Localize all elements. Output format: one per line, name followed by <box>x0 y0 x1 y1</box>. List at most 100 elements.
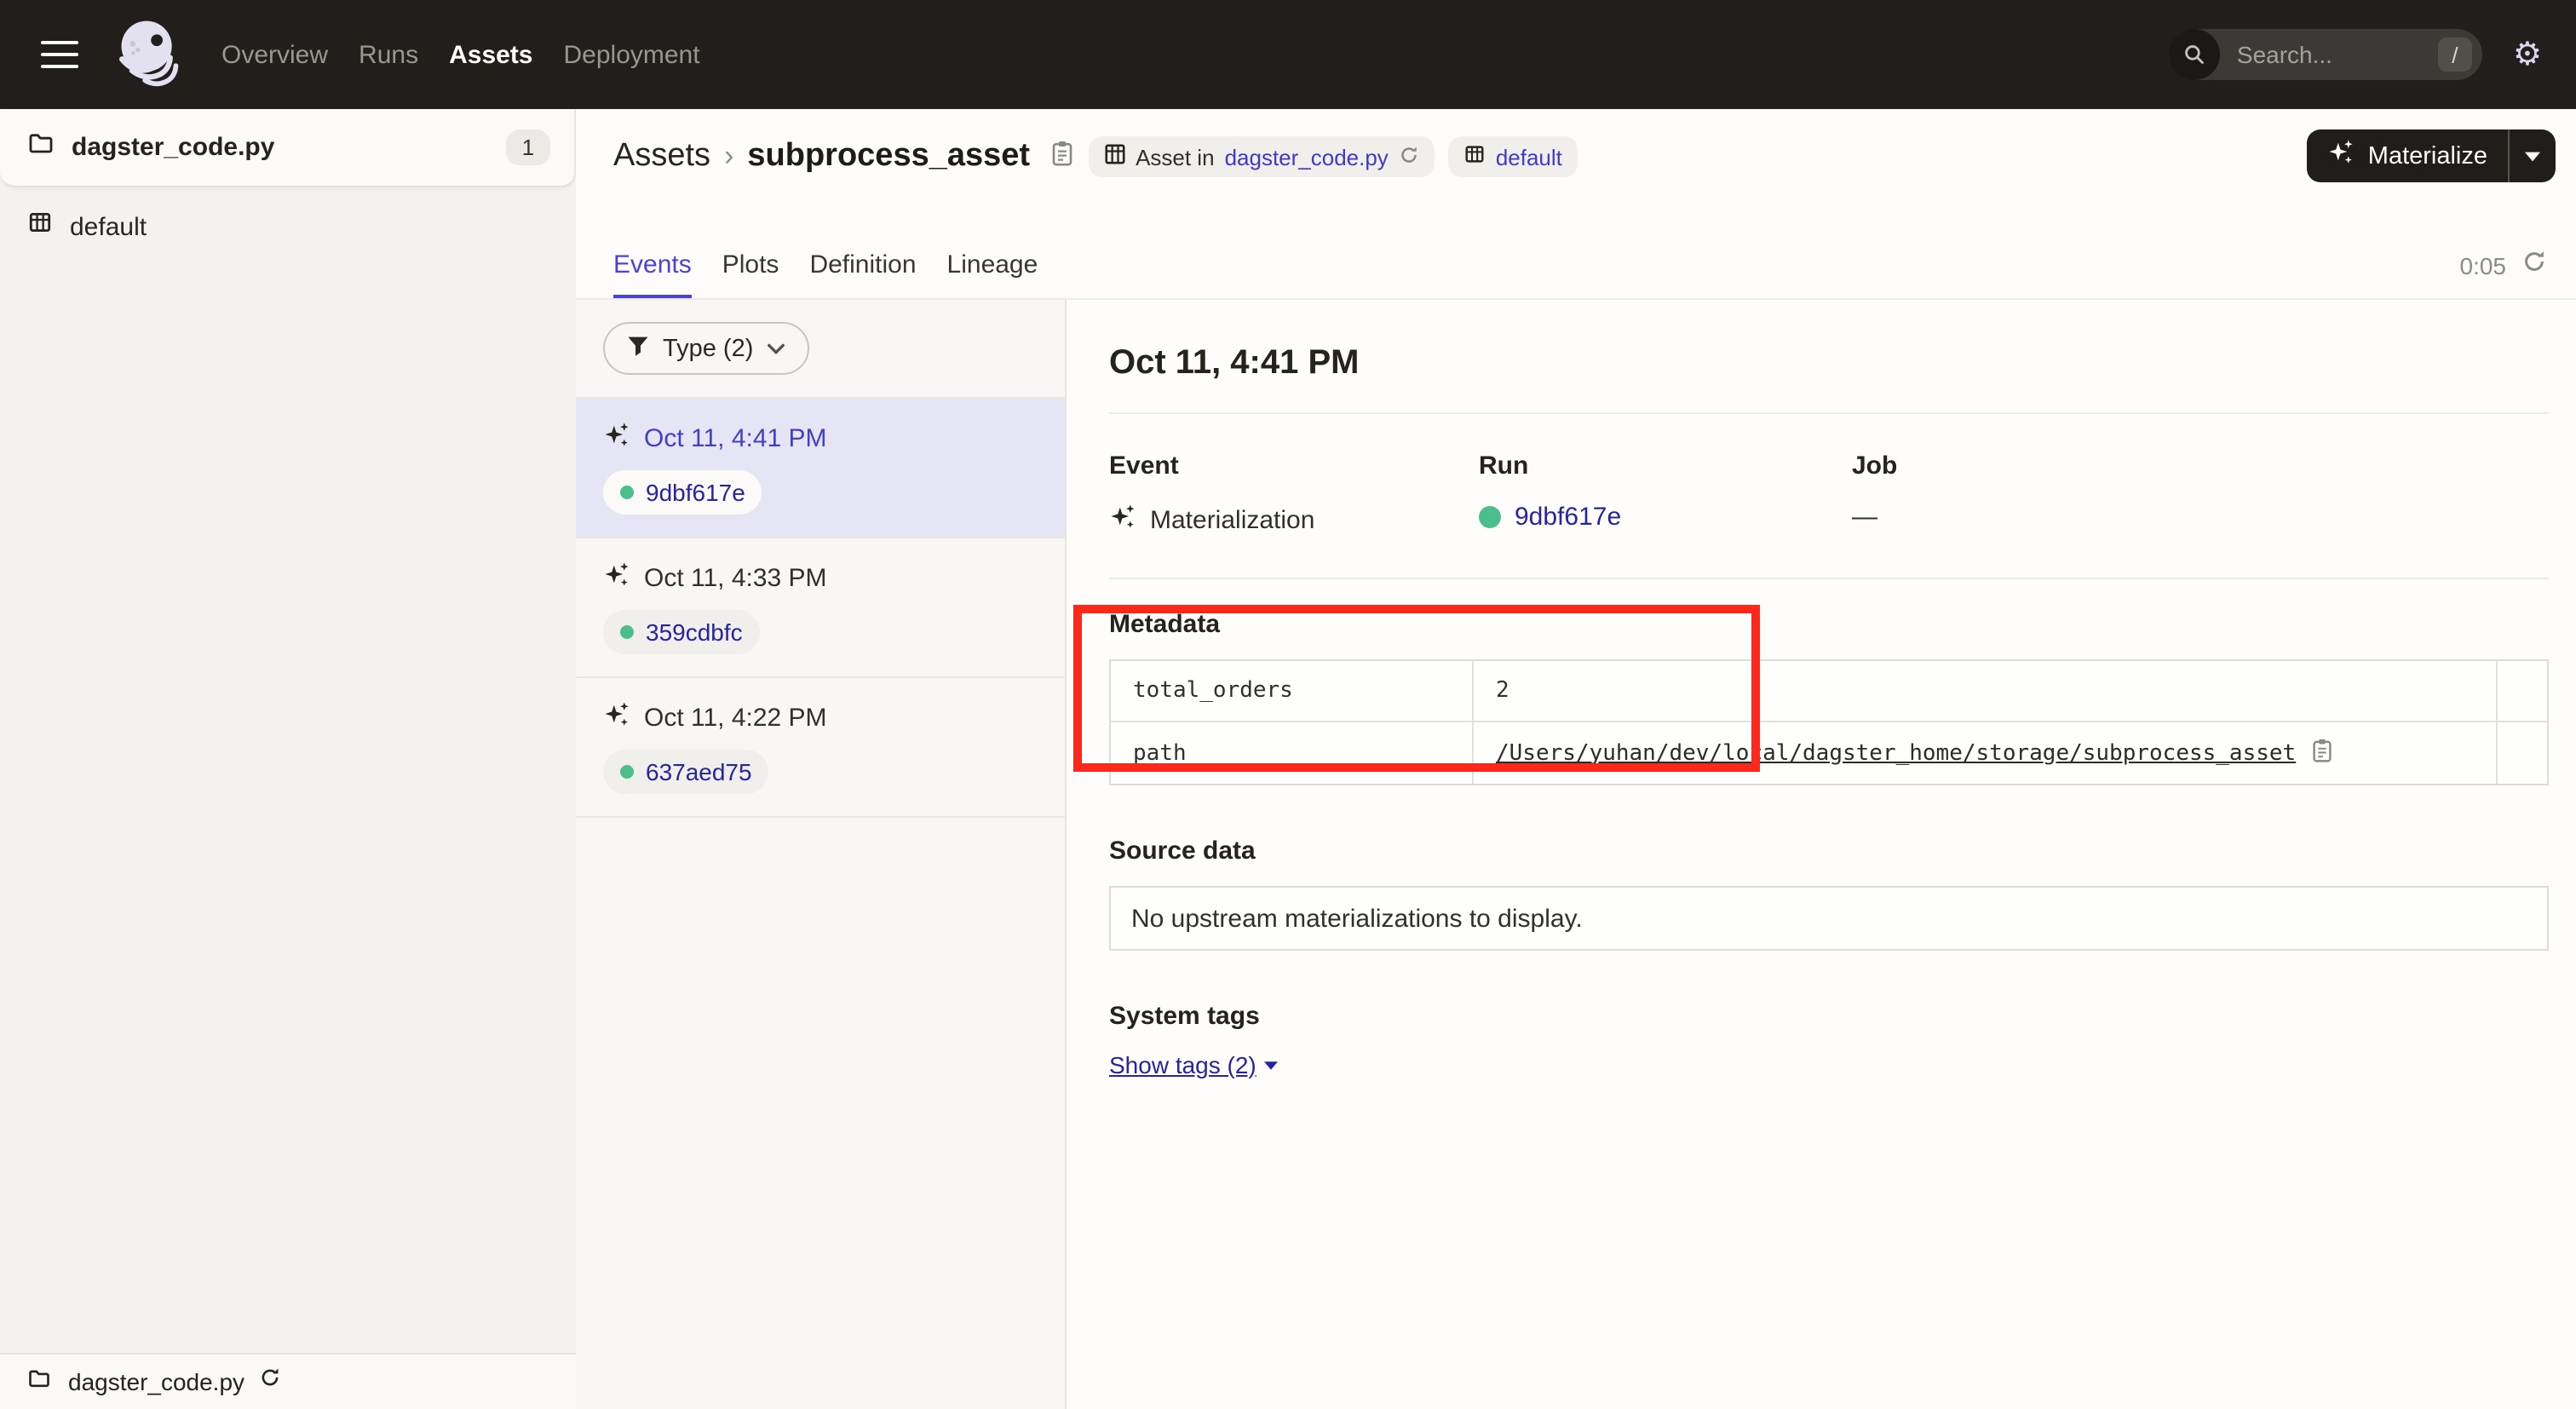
metadata-table: total_orders 2 path /Users/yuhan/dev/loc… <box>1109 659 2549 785</box>
event-timestamp: Oct 11, 4:33 PM <box>644 564 827 593</box>
materialize-button[interactable]: Materialize <box>2307 129 2508 182</box>
asset-badge-prefix: Asset in <box>1136 144 1215 170</box>
tab-definition[interactable]: Definition <box>809 250 916 298</box>
event-list-item[interactable]: Oct 11, 4:41 PM 9dbf617e <box>576 399 1065 538</box>
nav-link-deployment[interactable]: Deployment <box>564 40 700 69</box>
asset-header: Assets › subprocess_asset <box>576 109 2576 300</box>
show-tags-toggle[interactable]: Show tags (2) <box>1109 1051 1279 1078</box>
search-bar[interactable]: / <box>2169 29 2482 80</box>
main-area: Assets › subprocess_asset <box>576 109 2576 1409</box>
top-nav: Overview Runs Assets Deployment / ⚙ <box>0 0 2576 109</box>
source-data-empty-message: No upstream materializations to display. <box>1131 904 1583 933</box>
page-title: subprocess_asset <box>747 138 1030 175</box>
copy-asset-name-icon[interactable] <box>1049 139 1074 175</box>
nav-link-overview[interactable]: Overview <box>221 40 328 69</box>
sidebar-footer-code-location[interactable]: dagster_code.py <box>0 1353 576 1409</box>
metadata-heading: Metadata <box>1109 610 2549 639</box>
nav-link-runs[interactable]: Runs <box>359 40 418 69</box>
divider <box>1109 578 2549 579</box>
folder-icon <box>27 129 55 165</box>
sidebar-item-code-location[interactable]: dagster_code.py 1 <box>0 109 576 187</box>
metadata-key-cell: path <box>1111 722 1474 784</box>
code-location-link[interactable]: dagster_code.py <box>1225 144 1389 170</box>
folder-icon <box>27 1366 51 1398</box>
refresh-countdown-value: 0:05 <box>2460 252 2507 279</box>
asset-tabs: Events Plots Definition Lineage <box>613 250 1038 298</box>
run-status-dot <box>620 486 634 499</box>
asset-grid-icon <box>1103 143 1125 170</box>
event-summary-columns: Event Materialization <box>1109 451 2549 537</box>
event-column-label: Event <box>1109 451 1479 480</box>
materialization-sparkle-icon <box>603 700 630 736</box>
sidebar-footer-label: dagster_code.py <box>68 1368 244 1395</box>
asset-events-content: Type (2) <box>576 300 2576 1409</box>
tab-plots[interactable]: Plots <box>722 250 779 298</box>
reload-location-icon[interactable] <box>1399 144 1419 170</box>
reload-icon[interactable] <box>258 1366 280 1397</box>
chevron-down-icon <box>767 336 785 361</box>
run-id-badge[interactable]: 9dbf617e <box>603 470 762 515</box>
asset-count-badge: 1 <box>506 129 550 165</box>
events-filter-row: Type (2) <box>576 300 1065 399</box>
tab-events[interactable]: Events <box>613 250 692 298</box>
top-nav-left: Overview Runs Assets Deployment <box>0 14 700 95</box>
materialize-label: Materialize <box>2368 142 2487 170</box>
event-type-value: Materialization <box>1150 505 1314 534</box>
metadata-spacer-cell <box>2498 722 2547 784</box>
dagster-logo[interactable] <box>112 14 184 95</box>
gear-icon[interactable]: ⚙ <box>2513 38 2542 71</box>
sidebar: dagster_code.py 1 default dagster_code.p… <box>0 109 576 1409</box>
run-status-dot <box>620 765 634 779</box>
run-column-label: Run <box>1479 451 1852 480</box>
run-id-link[interactable]: 9dbf617e <box>646 479 745 506</box>
filter-funnel-icon <box>627 335 649 362</box>
event-column: Event Materialization <box>1109 451 1479 537</box>
run-column: Run 9dbf617e <box>1479 451 1852 537</box>
tab-lineage[interactable]: Lineage <box>947 250 1038 298</box>
dagster-asset-page: Overview Runs Assets Deployment / ⚙ <box>0 0 2576 1409</box>
source-data-empty-box: No upstream materializations to display. <box>1109 886 2549 951</box>
search-shortcut-badge: / <box>2438 37 2472 72</box>
event-detail-panel: Oct 11, 4:41 PM Event <box>1067 300 2576 1409</box>
metadata-spacer-cell <box>2498 661 2547 722</box>
copy-path-icon[interactable] <box>2309 737 2333 769</box>
search-input[interactable] <box>2234 39 2404 70</box>
run-id-link[interactable]: 9dbf617e <box>1515 503 1621 532</box>
type-filter-label: Type (2) <box>663 335 753 362</box>
materialize-dropdown-button[interactable] <box>2510 129 2556 182</box>
path-link[interactable]: /Users/yuhan/dev/local/dagster_home/stor… <box>1496 740 2296 766</box>
refresh-countdown: 0:05 <box>2460 249 2548 283</box>
group-badge: default <box>1448 136 1578 177</box>
refresh-icon[interactable] <box>2521 249 2547 283</box>
asset-location-badge: Asset in dagster_code.py <box>1088 136 1435 177</box>
run-id-badge[interactable]: 359cdbfc <box>603 610 760 654</box>
event-list-item[interactable]: Oct 11, 4:33 PM 359cdbfc <box>576 538 1065 678</box>
type-filter-button[interactable]: Type (2) <box>603 322 809 375</box>
group-grid-icon <box>1463 143 1486 170</box>
run-id-badge[interactable]: 637aed75 <box>603 750 769 794</box>
metadata-value-cell: 2 <box>1474 661 2498 722</box>
job-value: — <box>1852 503 1877 532</box>
sidebar-item-group-default[interactable]: default <box>0 187 576 266</box>
show-tags-label: Show tags (2) <box>1109 1051 1256 1078</box>
group-default-link[interactable]: default <box>1496 144 1562 170</box>
event-detail-title: Oct 11, 4:41 PM <box>1109 344 2549 383</box>
asset-group-icon <box>27 210 53 244</box>
event-list-item[interactable]: Oct 11, 4:22 PM 637aed75 <box>576 678 1065 818</box>
run-id-link[interactable]: 359cdbfc <box>646 618 743 646</box>
breadcrumb-separator: › <box>724 140 733 174</box>
hamburger-menu-icon[interactable] <box>41 41 78 68</box>
event-timestamp: Oct 11, 4:41 PM <box>644 424 827 453</box>
system-tags-heading: System tags <box>1109 1002 2549 1031</box>
events-list: Type (2) <box>576 300 1067 1409</box>
top-nav-right: / ⚙ <box>2169 29 2576 80</box>
sparkle-icon <box>2327 138 2355 174</box>
job-column-label: Job <box>1852 451 2222 480</box>
breadcrumb-assets-link[interactable]: Assets <box>613 138 710 175</box>
search-icon <box>2169 29 2220 80</box>
job-column: Job — <box>1852 451 2222 537</box>
top-nav-links: Overview Runs Assets Deployment <box>221 40 700 69</box>
run-id-link[interactable]: 637aed75 <box>646 758 752 785</box>
metadata-value-cell: /Users/yuhan/dev/local/dagster_home/stor… <box>1474 722 2498 784</box>
nav-link-assets[interactable]: Assets <box>449 40 532 69</box>
